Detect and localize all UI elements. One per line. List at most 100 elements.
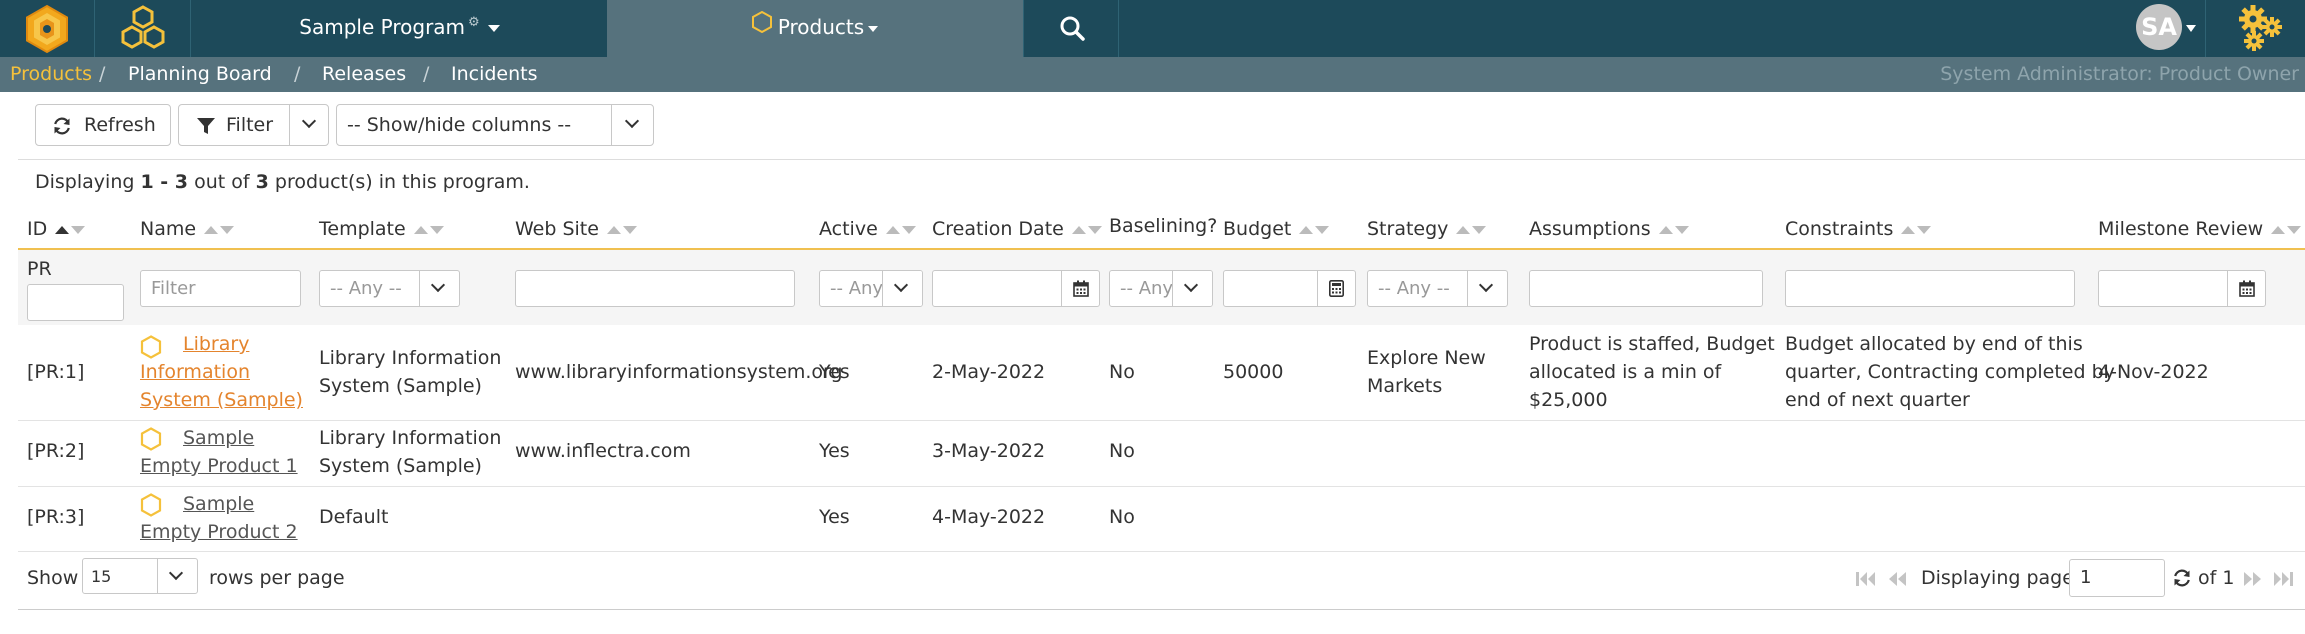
budget-filter-input[interactable] xyxy=(1223,270,1356,307)
product-name-link[interactable]: Sample Empty Product 1 xyxy=(140,424,310,480)
breadcrumb-releases[interactable]: Releases xyxy=(322,57,406,92)
search-button[interactable] xyxy=(1023,0,1119,57)
admin-gears-icon xyxy=(2239,5,2282,51)
top-navigation-bar: Sample Program ⚙ Products SA xyxy=(0,0,2305,57)
web-site-filter-input[interactable] xyxy=(515,270,795,307)
sort-icon[interactable] xyxy=(885,216,918,240)
show-hide-columns-dropdown[interactable] xyxy=(611,104,654,146)
sort-icon[interactable] xyxy=(1901,216,1933,240)
show-hide-columns-select[interactable]: -- Show/hide columns -- xyxy=(336,104,612,146)
first-page-icon[interactable] xyxy=(1855,570,1877,588)
breadcrumb-products[interactable]: Products xyxy=(10,57,92,92)
refresh-icon[interactable] xyxy=(2172,568,2192,588)
sort-icon[interactable] xyxy=(413,216,446,240)
calendar-button[interactable] xyxy=(1061,271,1099,306)
breadcrumb-separator: / xyxy=(99,63,106,85)
calculator-icon xyxy=(1329,280,1344,297)
products-menu[interactable]: Products xyxy=(607,0,1023,57)
id-filter-input[interactable] xyxy=(27,284,124,321)
filter-dropdown-button[interactable] xyxy=(289,104,329,146)
product-milestone-review: 4-Nov-2022 xyxy=(2098,361,2209,383)
next-page-icon[interactable] xyxy=(2241,570,2263,588)
product-active: Yes xyxy=(819,506,850,528)
product-name-link[interactable]: Sample Empty Product 2 xyxy=(140,490,310,546)
row-divider xyxy=(18,551,2305,552)
constraints-filter-input[interactable] xyxy=(1785,270,2075,307)
user-role: System Administrator: Product Owner xyxy=(1940,63,2299,85)
column-header-strategy[interactable]: Strategy xyxy=(1367,217,1488,242)
sort-icon[interactable] xyxy=(1299,216,1331,240)
product-website: www.libraryinformationsystem.org xyxy=(515,361,843,383)
column-header-active[interactable]: Active xyxy=(819,217,918,242)
refresh-icon xyxy=(54,117,70,135)
active-filter-select[interactable]: -- Any xyxy=(819,270,923,307)
last-page-icon[interactable] xyxy=(2272,570,2294,588)
chevron-down-icon xyxy=(868,25,879,32)
breadcrumb: Products / Planning Board / Releases / I… xyxy=(0,57,2305,92)
column-header-id[interactable]: ID xyxy=(27,217,87,242)
product-id: [PR:3] xyxy=(27,506,85,528)
column-header-creation-date[interactable]: Creation Date xyxy=(932,217,1104,242)
rows-per-page-label: rows per page xyxy=(209,567,345,589)
program-menu[interactable]: Sample Program ⚙ xyxy=(192,0,607,57)
milestone-review-filter-input[interactable] xyxy=(2098,270,2266,307)
spira-logo-button[interactable] xyxy=(0,0,95,57)
product-creation-date: 3-May-2022 xyxy=(932,440,1046,462)
chevron-down-icon xyxy=(1172,271,1212,306)
chevron-down-icon xyxy=(157,559,197,593)
sort-icon[interactable] xyxy=(1071,216,1104,240)
program-name: Sample Program xyxy=(299,15,466,39)
name-filter-input[interactable]: Filter xyxy=(140,270,301,307)
program-home-button[interactable] xyxy=(96,0,191,57)
honeycomb-icon xyxy=(121,5,165,49)
assumptions-filter-input[interactable] xyxy=(1529,270,1763,307)
toolbar-divider xyxy=(18,159,2305,160)
product-name-link[interactable]: Library Information System (Sample) xyxy=(140,330,310,414)
baselining-filter-select[interactable]: -- Any xyxy=(1109,270,1213,307)
breadcrumb-incidents[interactable]: Incidents xyxy=(451,57,538,92)
filter-label: Filter xyxy=(226,114,274,136)
calendar-button[interactable] xyxy=(2227,271,2265,306)
administration-button[interactable] xyxy=(2205,0,2305,57)
sort-icon[interactable] xyxy=(606,216,639,240)
results-range: 1 - 3 xyxy=(140,171,189,193)
spira-logo-icon xyxy=(26,4,68,54)
column-header-constraints[interactable]: Constraints xyxy=(1785,217,1933,242)
column-header-milestone-review[interactable]: Milestone Review xyxy=(2098,217,2303,242)
sort-icon[interactable] xyxy=(55,216,87,240)
previous-page-icon[interactable] xyxy=(1887,570,1909,588)
breadcrumb-planning-board[interactable]: Planning Board xyxy=(128,57,272,92)
page-number-input[interactable]: 1 xyxy=(2069,559,2165,597)
chevron-down-icon xyxy=(419,271,459,306)
page-size-select[interactable]: 15 xyxy=(82,558,198,594)
results-summary: Displaying 1 - 3 out of 3 product(s) in … xyxy=(35,171,530,193)
show-label: Show xyxy=(27,567,79,589)
column-header-assumptions[interactable]: Assumptions xyxy=(1529,217,1691,242)
filter-icon xyxy=(197,118,215,134)
creation-date-filter-input[interactable] xyxy=(932,270,1100,307)
column-header-budget[interactable]: Budget xyxy=(1223,217,1331,242)
column-header-name[interactable]: Name xyxy=(140,217,236,242)
search-icon xyxy=(1060,16,1085,41)
template-filter-select[interactable]: -- Any -- xyxy=(319,270,460,307)
sort-icon[interactable] xyxy=(1456,216,1488,240)
filter-button[interactable]: Filter xyxy=(178,104,290,146)
column-header-web-site[interactable]: Web Site xyxy=(515,217,639,242)
chevron-down-icon xyxy=(301,113,317,129)
chevron-down-icon xyxy=(624,113,640,129)
strategy-filter-select[interactable]: -- Any -- xyxy=(1367,270,1508,307)
product-active: Yes xyxy=(819,361,850,383)
sort-icon[interactable] xyxy=(2271,216,2303,240)
product-baselining: No xyxy=(1109,361,1135,383)
refresh-label: Refresh xyxy=(84,114,156,136)
sort-icon[interactable] xyxy=(204,216,236,240)
user-menu[interactable]: SA xyxy=(2134,0,2204,57)
product-active: Yes xyxy=(819,440,850,462)
sort-icon[interactable] xyxy=(1658,216,1691,240)
refresh-button[interactable]: Refresh xyxy=(35,104,171,146)
column-header-template[interactable]: Template xyxy=(319,217,446,242)
avatar: SA xyxy=(2136,4,2182,50)
breadcrumb-separator: / xyxy=(423,63,430,85)
breadcrumb-separator: / xyxy=(294,63,301,85)
calculator-button[interactable] xyxy=(1317,271,1355,306)
